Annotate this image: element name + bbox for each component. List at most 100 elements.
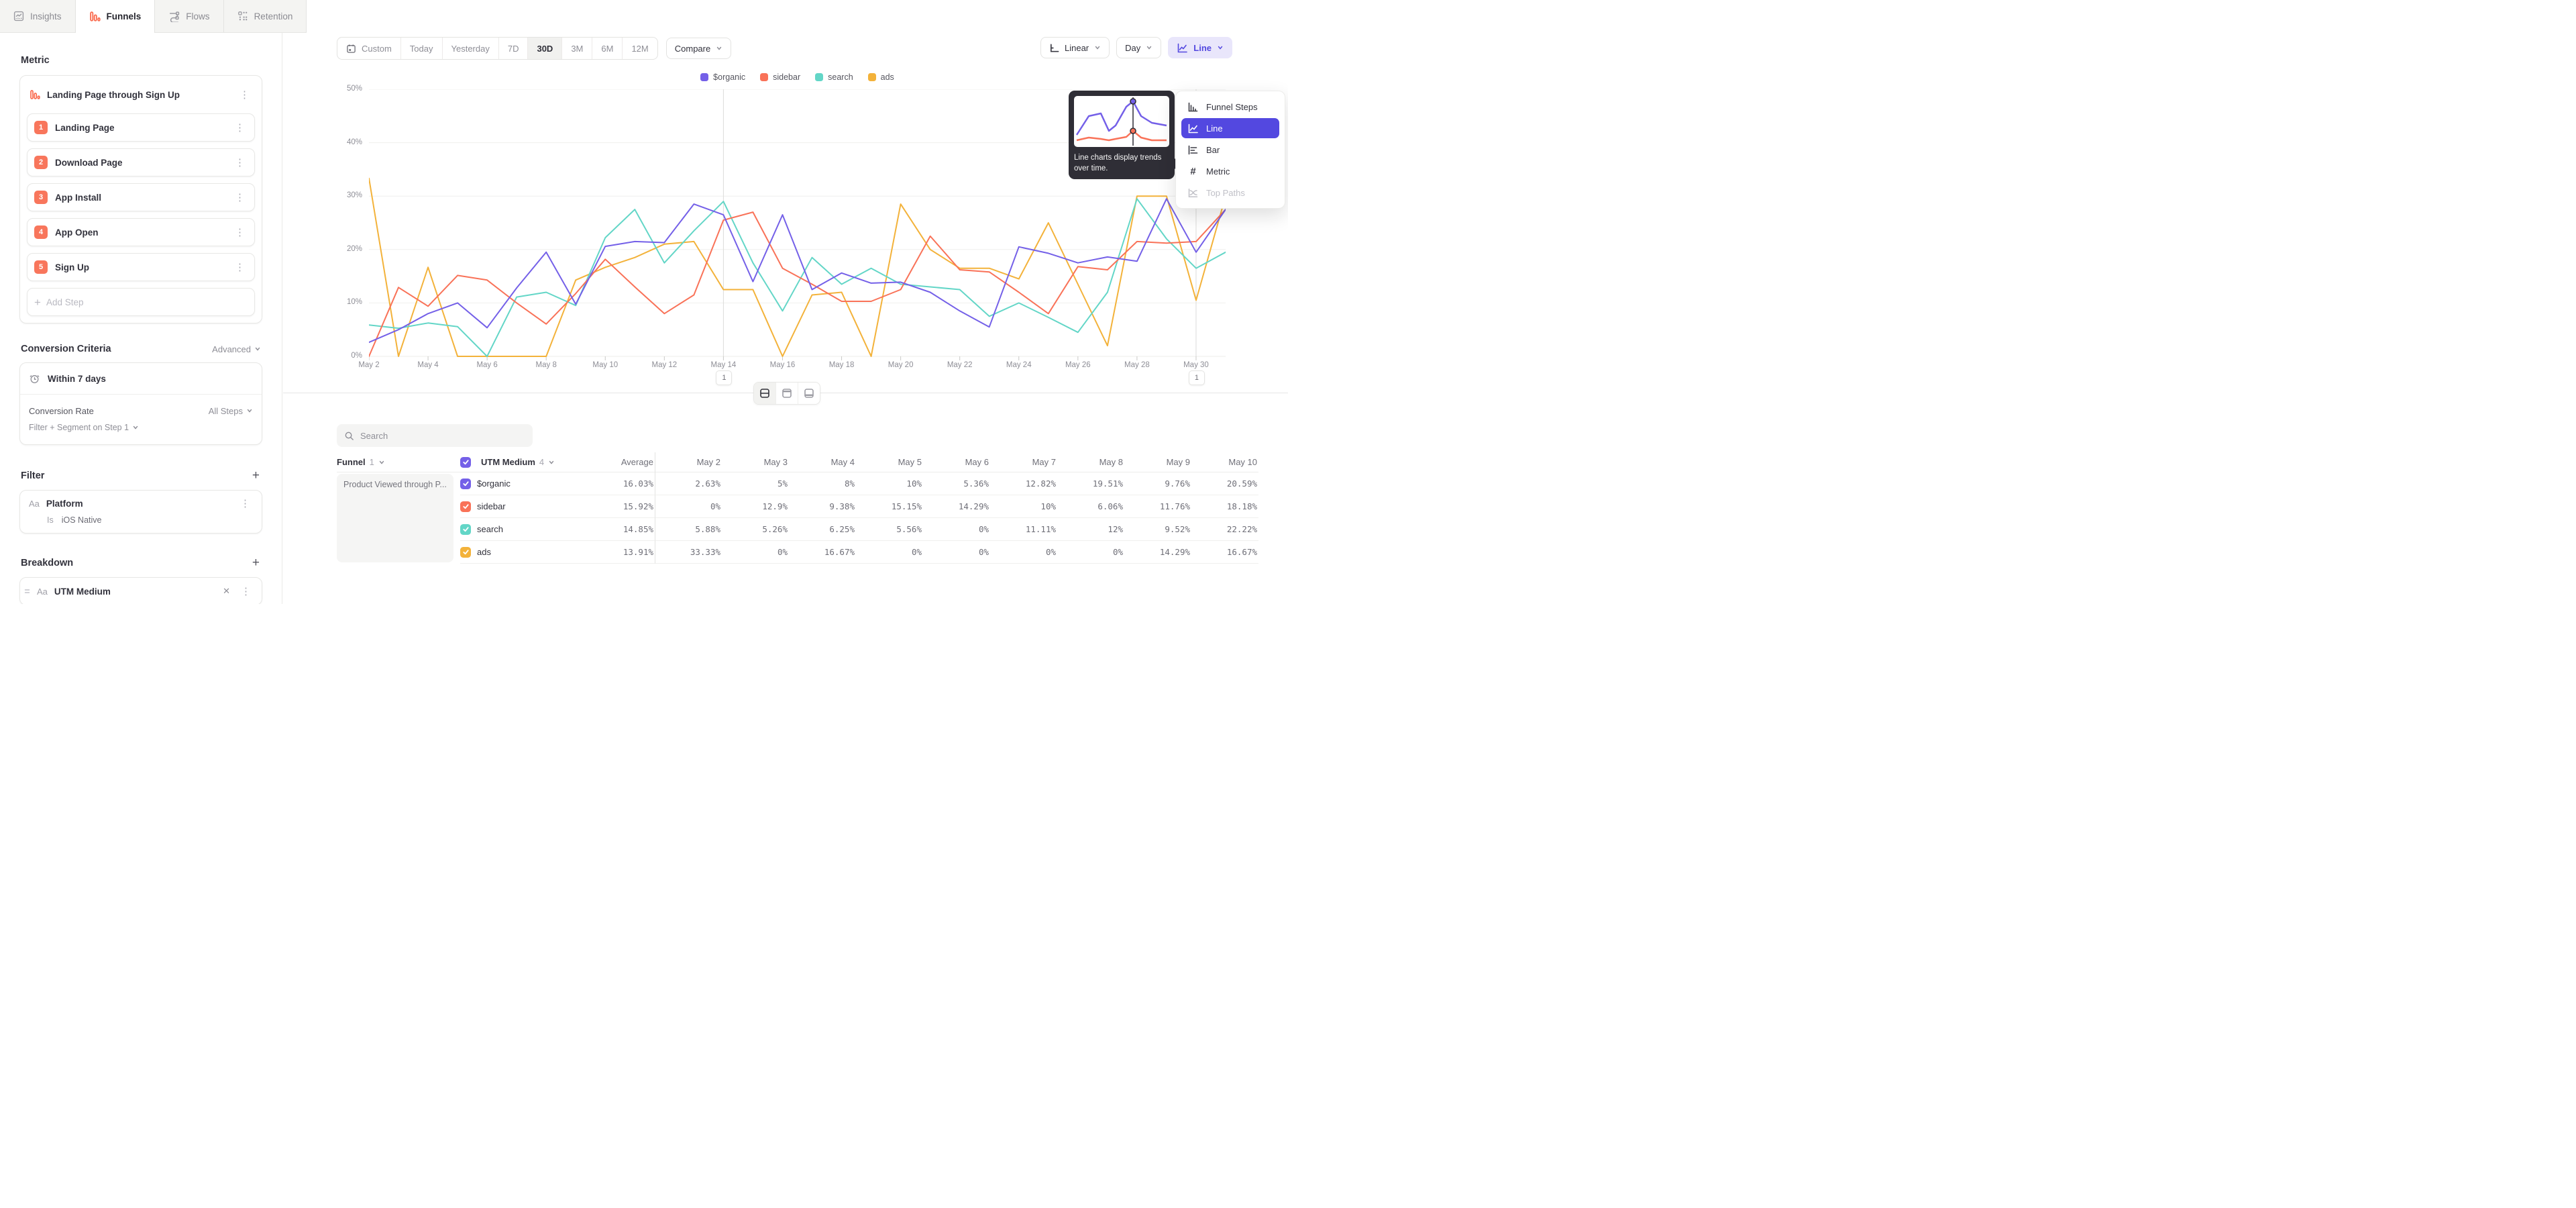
checkbox-checked[interactable] <box>460 501 471 512</box>
search-input[interactable]: Search <box>337 424 533 447</box>
x-axis-label: May 24 <box>998 361 1040 369</box>
table-row-label-organic[interactable]: $organic <box>460 472 574 495</box>
add-filter-button[interactable]: + <box>251 469 261 482</box>
menu-item-line[interactable]: Line <box>1181 118 1279 138</box>
kebab-icon[interactable]: ⋮ <box>232 156 248 169</box>
filter-value[interactable]: iOS Native <box>62 515 102 525</box>
funnel-step-app-install[interactable]: 3App Install⋮ <box>27 183 255 211</box>
cell-sidebar-may-5: 15.15% <box>856 495 923 518</box>
x-axis-label: May 30 <box>1175 361 1218 369</box>
insights-icon <box>13 11 24 21</box>
breakdown-column-header[interactable]: UTM Medium4 <box>460 452 574 472</box>
kebab-icon[interactable]: ⋮ <box>232 191 248 204</box>
series-line-search[interactable] <box>369 199 1226 356</box>
filter-platform-card[interactable]: Aa Platform ⋮ Is iOS Native <box>19 490 262 534</box>
range-yesterday[interactable]: Yesterday <box>443 38 499 59</box>
funnel-step-download-page[interactable]: 2Download Page⋮ <box>27 148 255 177</box>
chart-type-dropdown-button[interactable]: Line <box>1168 37 1232 58</box>
y-axis-label: 0% <box>327 352 362 360</box>
tooltip-preview-chart <box>1074 96 1169 147</box>
column-header-average[interactable]: Average <box>574 452 655 472</box>
funnel-header-row[interactable]: Landing Page through Sign Up ⋮ <box>27 83 255 107</box>
kebab-icon[interactable]: ⋮ <box>238 585 254 598</box>
table-row-label-search[interactable]: search <box>460 518 574 541</box>
layout-panel-top-icon[interactable] <box>776 383 798 404</box>
kebab-icon[interactable]: ⋮ <box>232 226 248 239</box>
menu-item-metric[interactable]: #Metric <box>1181 161 1279 181</box>
calendar-icon <box>346 44 356 54</box>
close-icon[interactable]: ✕ <box>221 586 231 597</box>
legend-item-ads[interactable]: ads <box>868 72 894 82</box>
x-axis-label: May 28 <box>1116 361 1159 369</box>
all-steps-dropdown[interactable]: All Steps <box>209 406 253 416</box>
x-axis-label: May 12 <box>643 361 686 369</box>
interval-dropdown-button[interactable]: Day <box>1116 37 1161 58</box>
range-today[interactable]: Today <box>401 38 443 59</box>
cell-ads-average: 13.91% <box>574 541 655 564</box>
series-line-organic[interactable] <box>369 199 1226 342</box>
funnel-column-header[interactable]: Funnel1 <box>337 452 460 472</box>
cell-ads-may-8: 0% <box>1057 541 1124 564</box>
add-breakdown-button[interactable]: + <box>251 556 261 569</box>
kebab-icon[interactable]: ⋮ <box>237 497 253 510</box>
annotation-badge[interactable]: 1 <box>1189 370 1205 385</box>
range-custom[interactable]: Custom <box>337 38 401 59</box>
funnel-step-landing-page[interactable]: 1Landing Page⋮ <box>27 113 255 142</box>
kebab-icon[interactable]: ⋮ <box>237 89 252 101</box>
legend-item-sidebar[interactable]: sidebar <box>760 72 800 82</box>
kebab-icon[interactable]: ⋮ <box>232 121 248 134</box>
annotation-badge[interactable]: 1 <box>716 370 732 385</box>
filter-property-name: Platform <box>46 499 231 509</box>
column-header-may-5[interactable]: May 5 <box>856 452 923 472</box>
tab-flows[interactable]: Flows <box>155 0 223 33</box>
checkbox-checked[interactable] <box>460 547 471 558</box>
column-header-may-2[interactable]: May 2 <box>655 452 722 472</box>
column-header-may-3[interactable]: May 3 <box>722 452 789 472</box>
filter-segment-dropdown[interactable]: Filter + Segment on Step 1 <box>29 419 253 436</box>
kebab-icon[interactable]: ⋮ <box>232 261 248 274</box>
checkbox-checked[interactable] <box>460 457 471 468</box>
column-header-may-8[interactable]: May 8 <box>1057 452 1124 472</box>
filter-operator[interactable]: Is <box>47 515 54 525</box>
breakdown-property-name: UTM Medium <box>54 587 215 597</box>
x-axis-label: May 22 <box>938 361 981 369</box>
funnel-step-app-open[interactable]: 4App Open⋮ <box>27 218 255 246</box>
legend-item-search[interactable]: search <box>815 72 853 82</box>
checkbox-checked[interactable] <box>460 479 471 489</box>
menu-item-bar[interactable]: Bar <box>1181 140 1279 160</box>
range-30d[interactable]: 30D <box>528 38 562 59</box>
table-row-label-sidebar[interactable]: sidebar <box>460 495 574 518</box>
x-axis-label: May 18 <box>820 361 863 369</box>
drag-handle-icon[interactable] <box>24 588 30 595</box>
column-header-may-10[interactable]: May 10 <box>1191 452 1258 472</box>
scale-dropdown-button[interactable]: Linear <box>1040 37 1110 58</box>
breakdown-utm-card[interactable]: Aa UTM Medium ✕ ⋮ <box>19 577 262 604</box>
tab-insights[interactable]: Insights <box>0 0 76 33</box>
funnel-step-sign-up[interactable]: 5Sign Up⋮ <box>27 253 255 281</box>
legend-item-organic[interactable]: $organic <box>700 72 745 82</box>
add-step-button[interactable]: + Add Step <box>27 288 255 316</box>
layout-split-horizontal-icon[interactable] <box>754 383 776 404</box>
column-header-may-9[interactable]: May 9 <box>1124 452 1191 472</box>
x-axis-label: May 2 <box>347 361 390 369</box>
metric-icon: # <box>1187 166 1199 177</box>
x-axis-label: May 10 <box>584 361 627 369</box>
tab-funnels[interactable]: Funnels <box>76 0 156 33</box>
conversion-window-row[interactable]: Within 7 days <box>20 363 262 395</box>
checkbox-checked[interactable] <box>460 524 471 535</box>
menu-item-funnel-steps[interactable]: Funnel Steps <box>1181 97 1279 117</box>
column-header-may-7[interactable]: May 7 <box>990 452 1057 472</box>
series-line-ads[interactable] <box>369 179 1226 356</box>
column-header-may-6[interactable]: May 6 <box>923 452 990 472</box>
range-3m[interactable]: 3M <box>562 38 592 59</box>
table-row-label-ads[interactable]: ads <box>460 541 574 564</box>
advanced-dropdown[interactable]: Advanced <box>212 344 261 354</box>
compare-button[interactable]: Compare <box>666 38 731 59</box>
layout-panel-bottom-icon[interactable] <box>798 383 820 404</box>
breakdown-table: Funnel1UTM Medium4AverageMay 2May 3May 4… <box>337 452 1258 564</box>
column-header-may-4[interactable]: May 4 <box>789 452 856 472</box>
range-12m[interactable]: 12M <box>623 38 657 59</box>
tab-retention[interactable]: Retention <box>224 0 307 33</box>
range-7d[interactable]: 7D <box>499 38 529 59</box>
range-6m[interactable]: 6M <box>592 38 623 59</box>
